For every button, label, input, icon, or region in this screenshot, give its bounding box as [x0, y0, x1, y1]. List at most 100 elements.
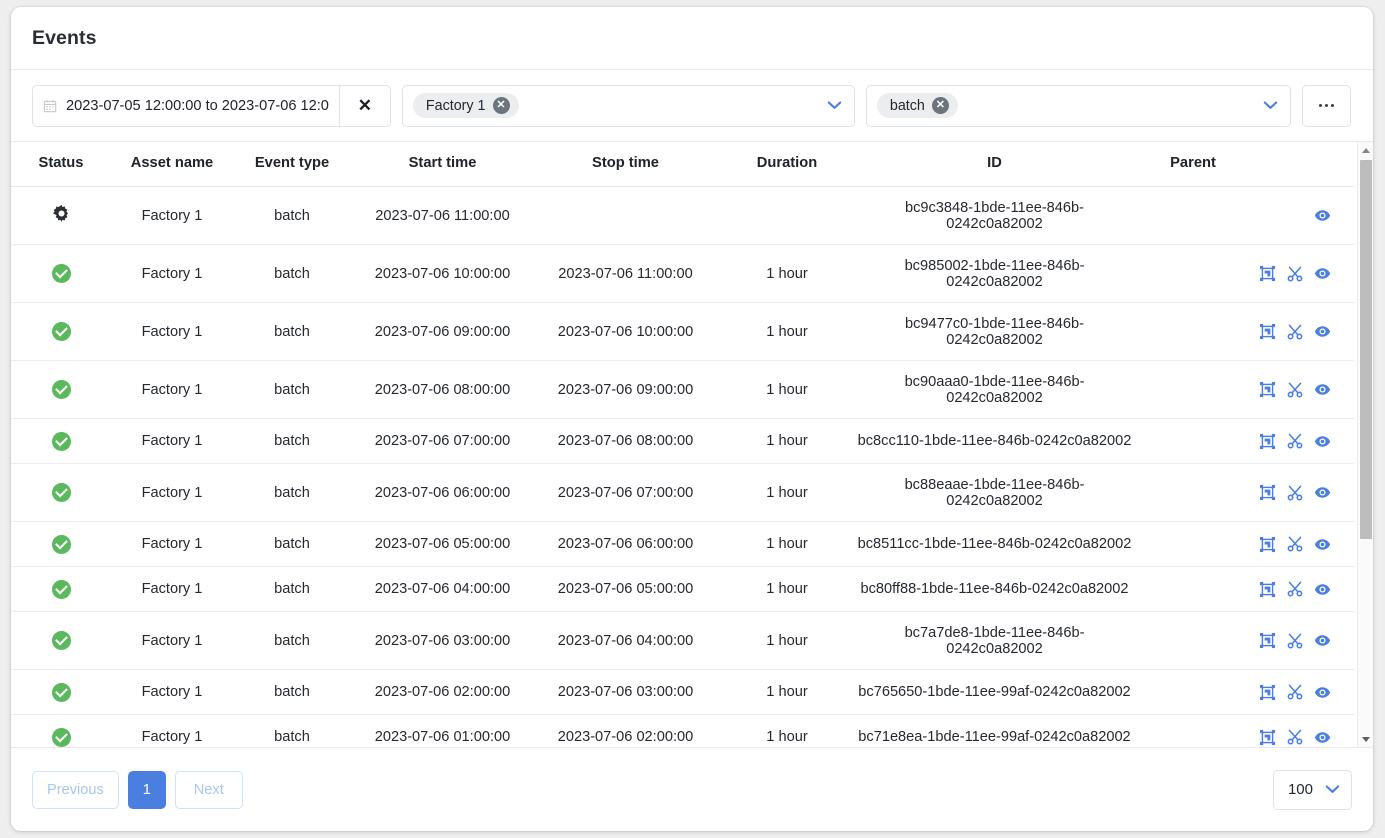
status-done-icon	[51, 322, 71, 341]
scissors-icon[interactable]	[1287, 581, 1303, 597]
eye-icon[interactable]	[1314, 684, 1331, 701]
page-number-button-1[interactable]: 1	[127, 770, 166, 809]
chevron-down-icon[interactable]	[1263, 97, 1282, 115]
cell-id: bc88eaae-1bde-11ee-846b-0242c0a82002	[857, 463, 1132, 522]
cell-actions	[1254, 611, 1354, 670]
crop-icon[interactable]	[1259, 265, 1276, 282]
column-header-status[interactable]: Status	[11, 142, 111, 187]
column-header-asset-name[interactable]: Asset name	[111, 142, 233, 187]
clear-date-range-button[interactable]: ✕	[338, 84, 391, 127]
remove-chip-icon[interactable]: ✕	[492, 97, 510, 114]
scroll-up-arrow-icon[interactable]	[1358, 142, 1373, 158]
status-done-icon	[51, 579, 71, 599]
scissors-icon[interactable]	[1287, 633, 1303, 649]
column-header-start-time[interactable]: Start time	[351, 142, 534, 187]
table-row[interactable]: Factory 1 batch 2023-07-06 05:00:00 2023-07…	[11, 521, 1354, 567]
cell-start-time: 2023-07-06 04:00:00	[351, 566, 534, 612]
scissors-icon[interactable]	[1287, 324, 1303, 340]
remove-chip-icon[interactable]: ✕	[931, 97, 949, 114]
asset-filter-chips: Factory 1 ✕	[412, 93, 821, 118]
table-row[interactable]: Factory 1 batch 2023-07-06 04:00:00 2023-07…	[11, 566, 1354, 612]
eye-icon[interactable]	[1314, 265, 1331, 282]
table-row[interactable]: Factory 1 batch 2023-07-06 06:00:00 2023-07…	[11, 463, 1354, 522]
cell-actions	[1254, 463, 1354, 522]
pagination: Previous 1 Next	[32, 770, 243, 809]
crop-icon[interactable]	[1259, 729, 1276, 746]
cell-event-type: batch	[233, 418, 351, 464]
scissors-icon[interactable]	[1287, 266, 1303, 282]
eye-icon[interactable]	[1314, 381, 1331, 398]
cell-status	[11, 521, 111, 567]
scissors-icon[interactable]	[1287, 433, 1303, 449]
eye-icon[interactable]	[1314, 207, 1331, 224]
cell-start-time: 2023-07-06 07:00:00	[351, 418, 534, 464]
table-row[interactable]: Factory 1 batch 2023-07-06 11:00:00 bc9c384…	[11, 186, 1354, 245]
crop-icon[interactable]	[1259, 323, 1276, 340]
cell-status	[11, 244, 111, 303]
previous-page-button[interactable]: Previous	[32, 770, 119, 809]
table-row[interactable]: Factory 1 batch 2023-07-06 02:00:00 2023-07…	[11, 669, 1354, 715]
scissors-icon[interactable]	[1287, 536, 1303, 552]
crop-icon[interactable]	[1259, 581, 1276, 598]
eye-icon[interactable]	[1314, 433, 1331, 450]
eye-icon[interactable]	[1314, 729, 1331, 746]
column-header-event-type[interactable]: Event type	[233, 142, 351, 187]
table-row[interactable]: Factory 1 batch 2023-07-06 09:00:00 2023-07…	[11, 302, 1354, 361]
cell-event-type: batch	[233, 611, 351, 670]
date-range-value: 2023-07-05 12:00:00 to 2023-07-06 12:0	[66, 97, 329, 114]
scissors-icon[interactable]	[1287, 485, 1303, 501]
column-header-stop-time[interactable]: Stop time	[534, 142, 717, 187]
events-card: Events 2023-07-05 12:00:00 to 2023-07-06…	[11, 7, 1373, 831]
cell-status	[11, 669, 111, 715]
crop-icon[interactable]	[1259, 536, 1276, 553]
filter-chip[interactable]: Factory 1 ✕	[412, 93, 519, 118]
cell-event-type: batch	[233, 566, 351, 612]
chevron-down-icon[interactable]	[827, 97, 846, 115]
crop-icon[interactable]	[1259, 484, 1276, 501]
cell-status	[11, 566, 111, 612]
scissors-icon[interactable]	[1287, 729, 1303, 745]
cell-start-time: 2023-07-06 11:00:00	[351, 186, 534, 245]
table-row[interactable]: Factory 1 batch 2023-07-06 10:00:00 2023-07…	[11, 244, 1354, 303]
eye-icon[interactable]	[1314, 581, 1331, 598]
cell-stop-time: 2023-07-06 09:00:00	[534, 360, 717, 419]
table-body: Factory 1 batch 2023-07-06 11:00:00 bc9c384…	[11, 186, 1354, 747]
table-vertical-scrollbar[interactable]	[1357, 142, 1373, 747]
table-row[interactable]: Factory 1 batch 2023-07-06 07:00:00 2023-07…	[11, 418, 1354, 464]
cell-duration: 1 hour	[717, 566, 857, 612]
cell-asset-name: Factory 1	[111, 360, 233, 419]
page-size-select[interactable]: 100	[1272, 769, 1352, 810]
eye-icon[interactable]	[1314, 632, 1331, 649]
table-row[interactable]: Factory 1 batch 2023-07-06 03:00:00 2023-07…	[11, 611, 1354, 670]
crop-icon[interactable]	[1259, 632, 1276, 649]
cell-actions	[1254, 360, 1354, 419]
scissors-icon[interactable]	[1287, 382, 1303, 398]
asset-filter-select[interactable]: Factory 1 ✕	[401, 84, 855, 127]
date-range-input[interactable]: 2023-07-05 12:00:00 to 2023-07-06 12:0	[32, 84, 339, 127]
scissors-icon[interactable]	[1287, 684, 1303, 700]
scroll-down-arrow-icon[interactable]	[1358, 731, 1373, 747]
crop-icon[interactable]	[1259, 381, 1276, 398]
event-type-filter-select[interactable]: batch ✕	[865, 84, 1291, 127]
crop-icon[interactable]	[1259, 433, 1276, 450]
column-header-duration[interactable]: Duration	[717, 142, 857, 187]
cell-asset-name: Factory 1	[111, 418, 233, 464]
scrollbar-thumb[interactable]	[1360, 160, 1372, 539]
more-options-button[interactable]	[1301, 84, 1351, 127]
cell-parent	[1132, 418, 1254, 464]
cell-actions	[1254, 302, 1354, 361]
table-row[interactable]: Factory 1 batch 2023-07-06 01:00:00 2023-07…	[11, 714, 1354, 747]
crop-icon[interactable]	[1259, 684, 1276, 701]
cell-parent	[1132, 244, 1254, 303]
eye-icon[interactable]	[1314, 536, 1331, 553]
table-row[interactable]: Factory 1 batch 2023-07-06 08:00:00 2023-07…	[11, 360, 1354, 419]
eye-icon[interactable]	[1314, 484, 1331, 501]
cell-asset-name: Factory 1	[111, 611, 233, 670]
cell-actions	[1254, 418, 1354, 464]
eye-icon[interactable]	[1314, 323, 1331, 340]
column-header-parent[interactable]: Parent	[1132, 142, 1254, 187]
filter-chip[interactable]: batch ✕	[876, 93, 958, 118]
cell-status	[11, 463, 111, 522]
next-page-button[interactable]: Next	[174, 770, 243, 809]
column-header-id[interactable]: ID	[857, 142, 1132, 187]
